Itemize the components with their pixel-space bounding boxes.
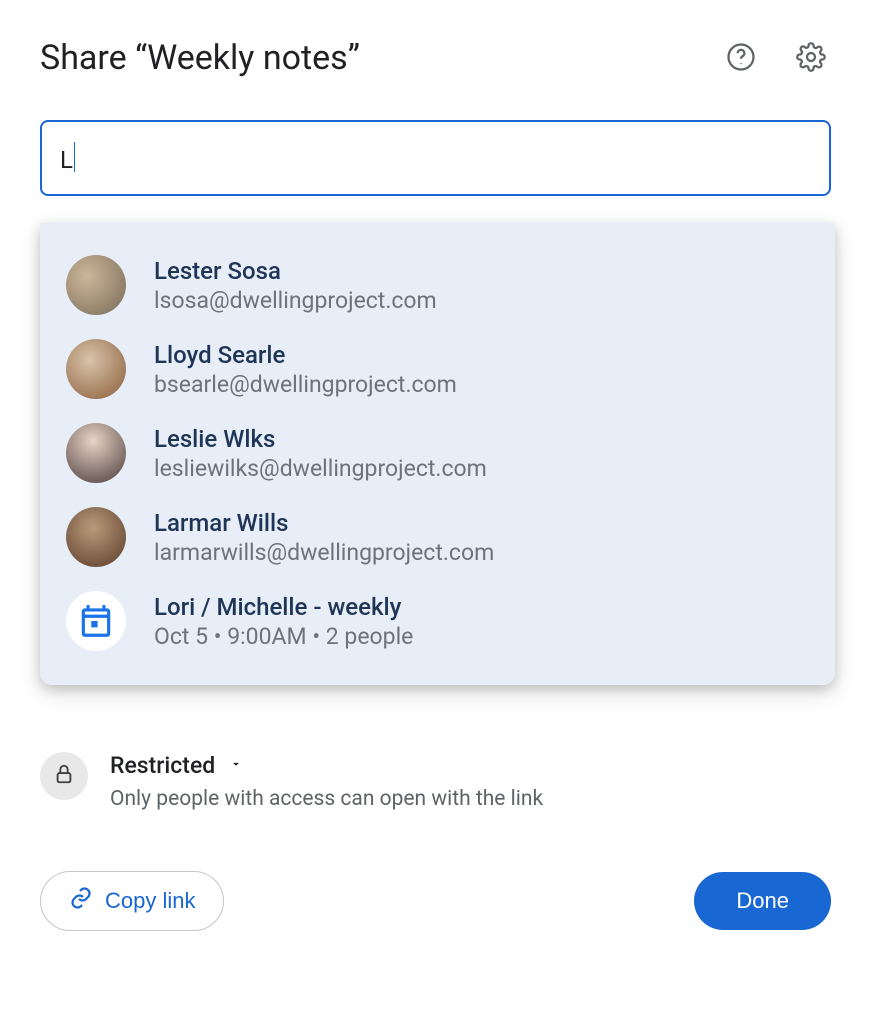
copy-link-button[interactable]: Copy link (40, 871, 224, 931)
access-selector[interactable]: Restricted (110, 752, 543, 779)
suggestion-text: Lloyd Searlebsearle@dwellingproject.com (154, 341, 457, 398)
share-dialog: Share “Weekly notes” (0, 0, 871, 971)
search-input-value: L (60, 146, 73, 174)
people-search-input[interactable]: L (40, 120, 831, 196)
done-label: Done (736, 888, 789, 913)
settings-button[interactable] (791, 38, 831, 78)
suggestion-dropdown: Lester Sosalsosa@dwellingproject.com Lloy… (40, 223, 835, 685)
copy-link-label: Copy link (105, 888, 195, 914)
calendar-icon (66, 591, 126, 651)
text-caret (74, 142, 76, 172)
suggestion-detail: Oct 5 • 9:00AM • 2 people (154, 623, 413, 650)
help-button[interactable] (721, 38, 761, 78)
suggestion-item[interactable]: Lloyd Searlebsearle@dwellingproject.com (40, 327, 835, 411)
suggestion-name: Lloyd Searle (154, 341, 457, 369)
dialog-footer: Copy link Done (40, 871, 831, 931)
help-icon (726, 42, 756, 75)
lock-icon (53, 763, 75, 789)
access-text: Restricted Only people with access can o… (110, 752, 543, 811)
suggestion-item[interactable]: Lester Sosalsosa@dwellingproject.com (40, 243, 835, 327)
suggestion-item[interactable]: Leslie Wlkslesliewilks@dwellingproject.c… (40, 411, 835, 495)
avatar (66, 423, 126, 483)
suggestion-detail: lsosa@dwellingproject.com (154, 287, 437, 314)
suggestion-name: Larmar Wills (154, 509, 494, 537)
link-icon (69, 886, 93, 916)
avatar (66, 255, 126, 315)
access-description: Only people with access can open with th… (110, 787, 543, 811)
suggestion-detail: larmarwills@dwellingproject.com (154, 539, 494, 566)
chevron-down-icon (229, 756, 243, 775)
suggestion-item[interactable]: Larmar Willslarmarwills@dwellingproject.… (40, 495, 835, 579)
suggestion-text: Leslie Wlkslesliewilks@dwellingproject.c… (154, 425, 487, 482)
dialog-header: Share “Weekly notes” (40, 38, 831, 78)
gear-icon (796, 42, 826, 75)
suggestion-text: Larmar Willslarmarwills@dwellingproject.… (154, 509, 494, 566)
access-label: Restricted (110, 752, 215, 779)
suggestion-name: Lori / Michelle - weekly (154, 593, 413, 621)
suggestion-detail: bsearle@dwellingproject.com (154, 371, 457, 398)
header-actions (721, 38, 831, 78)
general-access-row: Restricted Only people with access can o… (40, 752, 831, 811)
dialog-title: Share “Weekly notes” (40, 38, 360, 78)
done-button[interactable]: Done (694, 872, 831, 930)
avatar (66, 507, 126, 567)
suggestion-name: Leslie Wlks (154, 425, 487, 453)
suggestion-name: Lester Sosa (154, 257, 437, 285)
suggestion-detail: lesliewilks@dwellingproject.com (154, 455, 487, 482)
suggestion-text: Lester Sosalsosa@dwellingproject.com (154, 257, 437, 314)
suggestion-item[interactable]: Lori / Michelle - weeklyOct 5 • 9:00AM •… (40, 579, 835, 663)
avatar (66, 339, 126, 399)
lock-badge (40, 752, 88, 800)
suggestion-text: Lori / Michelle - weeklyOct 5 • 9:00AM •… (154, 593, 413, 650)
